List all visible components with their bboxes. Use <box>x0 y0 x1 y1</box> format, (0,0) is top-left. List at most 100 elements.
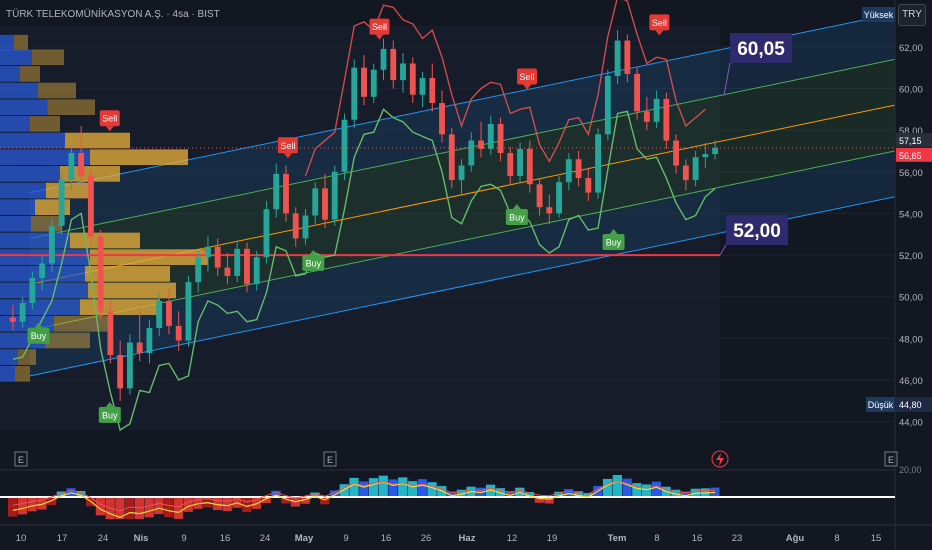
candle-body[interactable] <box>536 184 543 208</box>
candle-body[interactable] <box>507 153 514 176</box>
candle-body[interactable] <box>546 207 553 214</box>
candle-body[interactable] <box>624 40 631 74</box>
candle-body[interactable] <box>166 300 172 326</box>
candle-body[interactable] <box>175 325 182 341</box>
oscillator-bar <box>17 497 28 515</box>
candle-body[interactable] <box>322 188 328 220</box>
candle-body[interactable] <box>117 355 124 389</box>
candle-body[interactable] <box>712 147 719 155</box>
candle-body[interactable] <box>575 159 582 179</box>
volume-profile-bar <box>14 34 28 51</box>
volume-profile-bar <box>38 82 76 99</box>
candle-body[interactable] <box>370 69 377 97</box>
volume-profile-bar <box>0 99 48 116</box>
candle-body[interactable] <box>126 342 133 389</box>
candle-body[interactable] <box>97 236 104 312</box>
candle-body[interactable] <box>283 173 289 214</box>
candle-body[interactable] <box>478 140 484 149</box>
candle-body[interactable] <box>595 134 602 193</box>
candle-body[interactable] <box>253 257 260 285</box>
y-tick-label: 46,00 <box>899 376 923 387</box>
candle-body[interactable] <box>224 267 231 276</box>
volume-profile-bar <box>46 182 92 199</box>
candle-body[interactable] <box>185 282 192 341</box>
candle-body[interactable] <box>692 157 699 181</box>
oscillator-bar <box>359 481 369 497</box>
candle-body[interactable] <box>78 153 85 176</box>
candle-body[interactable] <box>604 75 611 135</box>
candle-body[interactable] <box>361 67 367 97</box>
candle-body[interactable] <box>682 165 689 181</box>
candle-body[interactable] <box>614 40 621 76</box>
candle-body[interactable] <box>673 140 680 166</box>
x-tick-label: 17 <box>57 533 68 544</box>
candle-body[interactable] <box>400 63 406 81</box>
currency-button[interactable]: TRY <box>898 4 926 26</box>
candle-body[interactable] <box>205 246 211 258</box>
candle-body[interactable] <box>68 153 75 181</box>
candle-body[interactable] <box>643 111 650 122</box>
volume-profile-bar <box>45 332 90 349</box>
x-tick-label: 24 <box>260 533 271 544</box>
x-tick-label: 16 <box>692 533 703 544</box>
prev-price-label: 56,85 <box>899 151 922 161</box>
candle-body[interactable] <box>653 98 660 122</box>
candle-body[interactable] <box>136 342 143 353</box>
candle-body[interactable] <box>439 103 445 135</box>
candle-body[interactable] <box>214 246 221 268</box>
candle-body[interactable] <box>87 175 94 237</box>
oscillator-bar <box>651 481 661 497</box>
candle-body[interactable] <box>48 225 55 264</box>
candle-body[interactable] <box>331 171 338 220</box>
y-tick-label: 50,00 <box>899 293 923 304</box>
low-value: 44,80 <box>899 400 922 410</box>
candle-body[interactable] <box>526 148 533 185</box>
candle-body[interactable] <box>302 215 309 239</box>
candle-body[interactable] <box>448 134 455 181</box>
candle-body[interactable] <box>273 173 280 210</box>
candle-body[interactable] <box>19 302 26 322</box>
candle-body[interactable] <box>263 209 270 258</box>
candle-body[interactable] <box>634 73 641 112</box>
candle-body[interactable] <box>663 98 670 141</box>
candle-body[interactable] <box>468 140 475 166</box>
price-callout-text: 60,05 <box>737 39 785 60</box>
candle-body[interactable] <box>458 165 465 181</box>
price-chart[interactable]: Buy Buy Sell Buy Sell Sell Buy Sell Buy Sell 60,05… <box>0 0 932 550</box>
candle-body[interactable] <box>517 148 523 176</box>
candle-body[interactable] <box>146 327 153 353</box>
candle-body[interactable] <box>292 213 299 239</box>
volume-profile-bar <box>0 249 90 265</box>
candle-body[interactable] <box>341 119 348 172</box>
candle-body[interactable] <box>58 180 65 226</box>
candle-body[interactable] <box>585 178 592 193</box>
candle-body[interactable] <box>565 159 572 183</box>
candle-body[interactable] <box>497 123 504 154</box>
earnings-marker-letter: E <box>888 455 894 465</box>
candle-body[interactable] <box>409 63 416 95</box>
candle-body[interactable] <box>556 182 562 214</box>
candle-body[interactable] <box>312 188 319 216</box>
candle-body[interactable] <box>9 317 16 322</box>
volume-profile-bar <box>0 116 30 132</box>
candle-body[interactable] <box>429 78 436 104</box>
candle-body[interactable] <box>39 263 46 278</box>
candle-body[interactable] <box>380 48 387 70</box>
candle-body[interactable] <box>107 311 114 356</box>
candle-body[interactable] <box>390 48 397 81</box>
price-callout-text: 52,00 <box>733 221 781 242</box>
oscillator-bar <box>407 481 418 497</box>
candle-body[interactable] <box>487 123 494 149</box>
candle-body[interactable] <box>195 257 202 283</box>
candle-body[interactable] <box>156 300 163 328</box>
y-tick-label: 44,00 <box>899 418 923 429</box>
candle-body[interactable] <box>29 277 36 303</box>
volume-profile-bar <box>0 149 90 166</box>
candle-body[interactable] <box>351 67 358 120</box>
candle-body[interactable] <box>234 248 241 276</box>
x-tick-label: 10 <box>16 533 27 544</box>
candle-body[interactable] <box>419 78 426 95</box>
candle-body[interactable] <box>702 154 709 158</box>
candle-body[interactable] <box>244 248 250 285</box>
oscillator-bar <box>641 484 652 497</box>
